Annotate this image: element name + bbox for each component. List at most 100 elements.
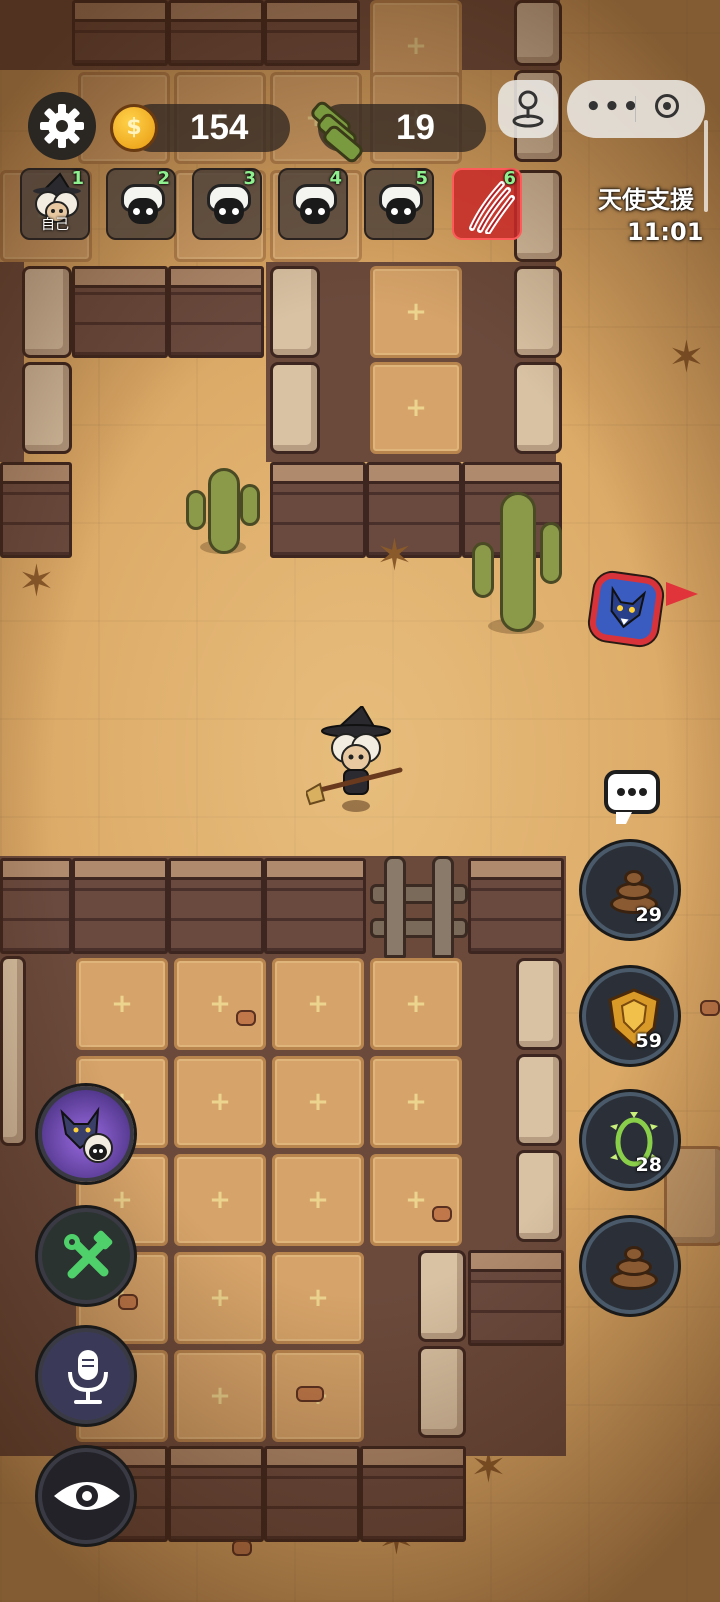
- skill-count: 29: [635, 904, 662, 926]
- coin-icon: $: [110, 104, 158, 152]
- chat-dot: [628, 788, 636, 796]
- direction-arrow-icon: [666, 582, 698, 606]
- stone-block: [514, 362, 562, 454]
- floor-tile[interactable]: [370, 1056, 462, 1148]
- close-target-button[interactable]: [655, 94, 679, 118]
- wall-dark: [0, 262, 24, 462]
- joystick-icon: [512, 90, 544, 128]
- team-slot-3[interactable]: 3: [192, 168, 262, 240]
- brick-wall: [168, 1446, 264, 1542]
- skill-count: 28: [635, 1154, 662, 1176]
- team-slot-4[interactable]: 4: [278, 168, 348, 240]
- dry-bush: ✶: [668, 332, 705, 383]
- sheep-avatar: [121, 184, 165, 228]
- team-slot-5[interactable]: 5: [364, 168, 434, 240]
- capsule-divider: [635, 96, 636, 122]
- stone-block: [516, 1054, 562, 1146]
- floor-tile[interactable]: [370, 266, 462, 358]
- event-title: 天使支援: [598, 186, 694, 214]
- floor-tile[interactable]: [174, 1154, 266, 1246]
- pebble: [232, 1540, 252, 1556]
- team-slot-1[interactable]: 1 自己: [20, 168, 90, 240]
- pebble: [118, 1294, 138, 1310]
- brick-wall: [168, 0, 264, 66]
- floor-tile[interactable]: [174, 958, 266, 1050]
- stone-block: [516, 1150, 562, 1242]
- brick-wall: [72, 266, 168, 358]
- skill-poop-2-button[interactable]: [582, 1218, 678, 1314]
- brick-wall: [72, 858, 168, 954]
- dry-bush: ✶: [18, 556, 55, 607]
- floor-tile[interactable]: [272, 1252, 364, 1344]
- floor-tile[interactable]: [272, 958, 364, 1050]
- stone-block: [22, 266, 72, 358]
- floor-tile[interactable]: [76, 958, 168, 1050]
- pebble: [296, 1386, 324, 1402]
- cactus: [182, 462, 262, 558]
- skill-poop-button[interactable]: 29: [582, 842, 678, 938]
- brick-wall: [168, 266, 264, 358]
- slot-number: 4: [329, 168, 342, 189]
- floor-tile[interactable]: [272, 1154, 364, 1246]
- stone-block: [0, 956, 26, 1146]
- hammer-wrench-icon: [64, 1230, 113, 1279]
- team-slot-2[interactable]: 2: [106, 168, 176, 240]
- slot-number: 2: [157, 168, 170, 189]
- cactus: [468, 488, 564, 640]
- floor-tile[interactable]: [174, 1252, 266, 1344]
- more-menu-button[interactable]: •••: [585, 92, 641, 122]
- joystick-button[interactable]: [498, 80, 558, 138]
- stone-block: [22, 362, 72, 454]
- gear-icon: [40, 104, 84, 148]
- brick-wall: [0, 462, 72, 558]
- brick-wall: [360, 1446, 466, 1542]
- wolf-locator-icon[interactable]: [587, 570, 665, 648]
- sheep-avatar: [379, 184, 423, 228]
- stone-block: [270, 362, 320, 454]
- floor-tile[interactable]: [370, 958, 462, 1050]
- stone-block: [418, 1346, 466, 1438]
- eye-icon: [54, 1482, 120, 1510]
- floor-tile[interactable]: [370, 1154, 462, 1246]
- dry-bush: ✶: [376, 530, 413, 581]
- settings-button[interactable]: [28, 92, 96, 160]
- poop-icon: [608, 1244, 660, 1292]
- player-sheep-witch: [304, 704, 406, 816]
- slot-number: 6: [503, 168, 516, 189]
- brick-wall: [264, 858, 366, 954]
- brick-wall: [0, 858, 72, 954]
- brick-wall: [168, 858, 264, 954]
- wolf-vs-sheep-mode-button[interactable]: [38, 1086, 134, 1182]
- wood-logs-icon: [304, 98, 366, 166]
- chat-button[interactable]: [604, 770, 660, 824]
- wolf-sheep-portrait-icon: [60, 1106, 113, 1163]
- chat-dot: [617, 788, 625, 796]
- floor-tile[interactable]: [174, 1350, 266, 1442]
- skill-count: 59: [635, 1030, 662, 1052]
- brick-wall: [270, 462, 366, 558]
- game-stage[interactable]: ✶ ✶ ✶ ✶ ✶: [0, 0, 720, 1602]
- scrollbar[interactable]: [704, 120, 708, 212]
- pebble: [432, 1206, 452, 1222]
- voice-mic-button[interactable]: [38, 1328, 134, 1424]
- stone-block: [514, 0, 562, 66]
- view-toggle-button[interactable]: [38, 1448, 134, 1544]
- brick-wall: [468, 1250, 564, 1346]
- brick-wall: [264, 1446, 360, 1542]
- team-slot-6-wolf[interactable]: 6: [452, 168, 522, 240]
- brick-wall: [72, 0, 168, 66]
- floor-tile[interactable]: [174, 1056, 266, 1148]
- stone-block: [516, 958, 562, 1050]
- floor-tile[interactable]: [272, 1056, 364, 1148]
- wood-count: 19: [396, 108, 435, 147]
- floor-tile[interactable]: [370, 362, 462, 454]
- build-tools-button[interactable]: [38, 1208, 134, 1304]
- stone-block: [418, 1250, 466, 1342]
- self-label: 自己: [41, 217, 69, 233]
- brick-wall: [264, 0, 360, 66]
- sheep-avatar: [293, 184, 337, 228]
- coin-count: 154: [190, 108, 249, 147]
- skill-shield-button[interactable]: 59: [582, 968, 678, 1064]
- skill-thorn-button[interactable]: 28: [582, 1092, 678, 1188]
- slot-number: 5: [415, 168, 428, 189]
